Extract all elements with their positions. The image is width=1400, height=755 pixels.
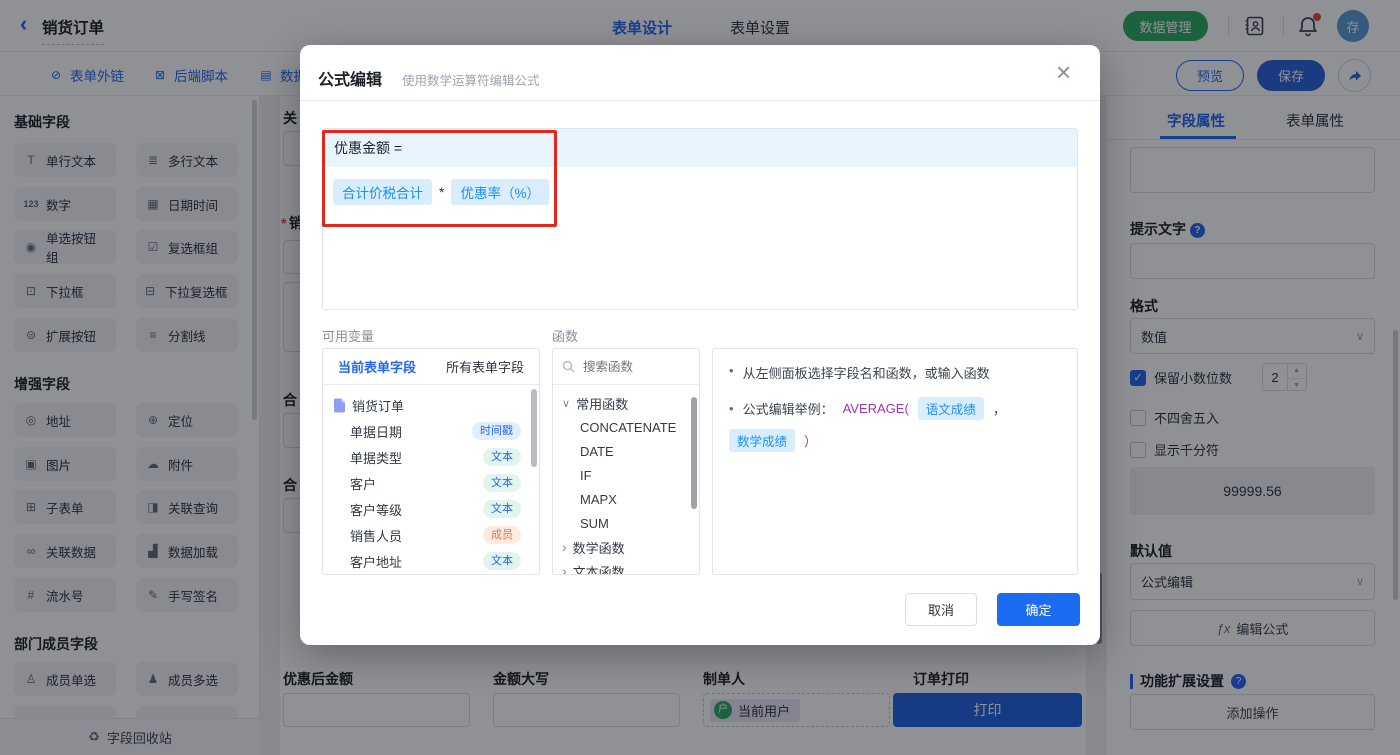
variable-name: 单据类型 xyxy=(350,448,402,467)
variable-name: 销售人员 xyxy=(350,526,402,545)
variables-label: 可用变量 xyxy=(322,326,374,345)
help-example-function: AVERAGE( xyxy=(843,401,909,416)
app-root: ‹ 销货订单 表单设计 表单设置 数据管理 存 ⊘ 表单外链 ⊠ 后端脚本 ▤ … xyxy=(0,0,1400,755)
function-group-label: 常用函数 xyxy=(576,394,628,413)
variable-row[interactable]: 客户等级 文本 xyxy=(333,496,529,522)
close-icon[interactable]: × xyxy=(1056,57,1071,87)
bullet-icon: • xyxy=(729,401,734,416)
tab-all-form-fields[interactable]: 所有表单字段 xyxy=(431,349,539,384)
cancel-button[interactable]: 取消 xyxy=(905,593,977,626)
help-line-1: • 从左侧面板选择字段名和函数，或输入函数 xyxy=(729,363,1061,382)
document-icon xyxy=(333,398,346,413)
help-example-comma: ， xyxy=(993,399,1006,418)
help-text: 从左侧面板选择字段名和函数，或输入函数 xyxy=(743,363,990,382)
function-group-label: 数学函数 xyxy=(573,538,625,557)
function-item[interactable]: SUM xyxy=(562,511,690,535)
variable-row[interactable]: 客户地址 文本 xyxy=(333,548,529,574)
function-group-label: 文本函数 xyxy=(573,562,625,576)
variable-type-badge: 文本 xyxy=(483,552,521,570)
confirm-button[interactable]: 确定 xyxy=(997,593,1080,626)
help-example-chip: 数学成绩 xyxy=(729,429,795,452)
formula-help-panel: • 从左侧面板选择字段名和函数，或输入函数 • 公式编辑举例： AVERAGE(… xyxy=(712,348,1078,575)
modal-title: 公式编辑 xyxy=(318,66,382,90)
confirm-label: 确定 xyxy=(1025,600,1051,619)
function-name: SUM xyxy=(580,516,609,531)
function-search-input[interactable] xyxy=(581,359,681,375)
bullet-icon: • xyxy=(729,363,734,382)
annotation-highlight xyxy=(322,130,557,227)
variables-root-row[interactable]: 销货订单 xyxy=(333,392,529,418)
functions-scrollbar-thumb[interactable] xyxy=(691,397,697,509)
variables-scrollbar-thumb[interactable] xyxy=(531,389,537,467)
variable-type-badge: 文本 xyxy=(483,500,521,518)
function-item[interactable]: CONCATENATE xyxy=(562,415,690,439)
variable-row[interactable]: 客户 文本 xyxy=(333,470,529,496)
function-name: DATE xyxy=(580,444,614,459)
cancel-label: 取消 xyxy=(928,600,954,619)
function-group-text[interactable]: › 文本函数 xyxy=(562,559,690,575)
function-item[interactable]: DATE xyxy=(562,439,690,463)
functions-panel: ∨ 常用函数 CONCATENATE DATE IF MAPX SUM › 数学… xyxy=(552,348,700,575)
variable-type-badge: 文本 xyxy=(483,448,521,466)
help-line-2: • 公式编辑举例： AVERAGE( 语文成绩 ， 数学成绩 ） xyxy=(729,397,1061,452)
variable-type-badge: 文本 xyxy=(483,474,521,492)
variable-type-badge: 时间戳 xyxy=(472,422,521,440)
variable-name: 客户 xyxy=(350,474,376,493)
variables-tabs: 当前表单字段 所有表单字段 xyxy=(323,349,539,385)
function-group-math[interactable]: › 数学函数 xyxy=(562,535,690,559)
search-icon xyxy=(562,360,575,373)
functions-label: 函数 xyxy=(552,326,578,345)
function-name: MAPX xyxy=(580,492,617,507)
function-name: IF xyxy=(580,468,592,483)
function-item[interactable]: MAPX xyxy=(562,487,690,511)
variable-name: 客户等级 xyxy=(350,500,402,519)
chevron-right-icon: › xyxy=(562,539,567,555)
chevron-right-icon: › xyxy=(562,563,567,575)
variables-panel: 当前表单字段 所有表单字段 销货订单 单据日期 时间戳 单据类型 文本 客户 xyxy=(322,348,540,575)
variable-row[interactable]: 单据日期 时间戳 xyxy=(333,418,529,444)
variable-row[interactable]: 单据类型 文本 xyxy=(333,444,529,470)
formula-editor-modal: 公式编辑 使用数学运算符编辑公式 × 优惠金额 = 合计价税合计 * 优惠率（%… xyxy=(300,45,1100,645)
function-search-row xyxy=(553,349,699,385)
variable-name: 客户地址 xyxy=(350,552,402,571)
variable-type-badge: 成员 xyxy=(483,526,521,544)
variables-root-label: 销货订单 xyxy=(352,396,404,415)
help-example-chip: 语文成绩 xyxy=(918,397,984,420)
function-group-common[interactable]: ∨ 常用函数 xyxy=(562,391,690,415)
function-item[interactable]: IF xyxy=(562,463,690,487)
modal-header-divider xyxy=(300,100,1100,101)
tab-current-form-fields[interactable]: 当前表单字段 xyxy=(323,349,431,384)
variable-row[interactable]: 销售人员 成员 xyxy=(333,522,529,548)
variable-name: 单据日期 xyxy=(350,422,402,441)
chevron-down-icon: ∨ xyxy=(562,397,570,410)
modal-subtitle: 使用数学运算符编辑公式 xyxy=(402,70,540,89)
help-example-close: ） xyxy=(804,431,817,450)
function-name: CONCATENATE xyxy=(580,420,676,435)
help-example-prefix: 公式编辑举例： xyxy=(743,399,834,418)
